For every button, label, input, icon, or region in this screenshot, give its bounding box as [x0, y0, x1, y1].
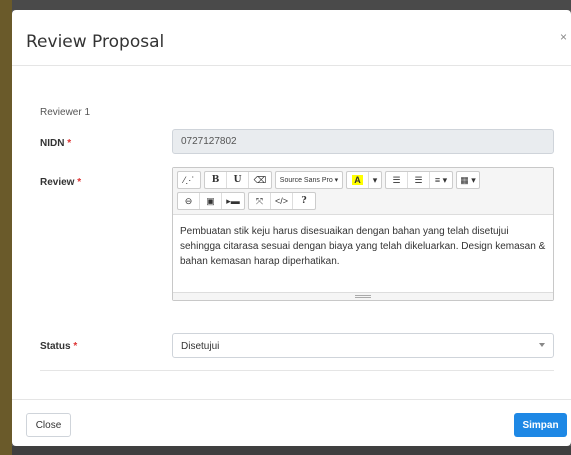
magic-wand-icon[interactable]: ⁄⋰ [178, 172, 200, 188]
modal-title: Review Proposal [26, 32, 165, 52]
table-group: ▦ ▾ [456, 171, 480, 189]
bold-button[interactable]: B [205, 172, 227, 188]
paragraph-group: ☰ ☰ ≡ ▾ [385, 171, 453, 189]
status-label-text: Status [40, 341, 71, 352]
required-mark: * [67, 138, 72, 149]
review-label: Review * [40, 177, 81, 188]
reviewer-label: Reviewer 1 [40, 107, 91, 118]
color-group: A ▾ [346, 171, 382, 189]
align-dropdown-icon[interactable]: ≡ ▾ [430, 172, 452, 188]
unordered-list-icon[interactable]: ☰ [386, 172, 408, 188]
link-icon[interactable]: ⊖ [178, 193, 200, 209]
view-group: ⤧ </> ? [248, 192, 316, 210]
chevron-down-icon [539, 343, 545, 347]
highlight-dropdown-icon[interactable]: ▾ [369, 172, 381, 188]
required-mark: * [73, 341, 78, 352]
save-button[interactable]: Simpan [514, 413, 567, 437]
style-group: ⁄⋰ [177, 171, 201, 189]
underline-button[interactable]: U [227, 172, 249, 188]
backdrop-left [0, 0, 12, 455]
toolbar-row-2: ⊖ ▣ ▸▬ ⤧ </> ? [177, 192, 549, 210]
modal-header: Review Proposal × [12, 10, 571, 66]
status-selected-value: Disetujui [181, 341, 220, 352]
review-textarea[interactable]: Pembuatan stik keju harus disesuaikan de… [173, 215, 553, 292]
review-label-text: Review [40, 177, 75, 188]
help-icon[interactable]: ? [293, 193, 315, 209]
modal-body: Reviewer 1 NIDN * 0727127802 Review * ⁄⋰… [12, 67, 571, 399]
font-family-dropdown[interactable]: Source Sans Pro ▾ [276, 172, 342, 188]
close-button[interactable]: Close [26, 413, 71, 437]
video-icon[interactable]: ▸▬ [222, 193, 244, 209]
close-icon[interactable]: × [560, 30, 567, 44]
nidn-label-text: NIDN [40, 138, 65, 149]
ordered-list-icon[interactable]: ☰ [408, 172, 430, 188]
backdrop-bottom [12, 446, 571, 455]
required-mark: * [77, 177, 82, 188]
divider [40, 370, 554, 371]
status-label: Status * [40, 341, 77, 352]
backdrop-top [0, 0, 571, 10]
font-style-group: B U ⌫ [204, 171, 272, 189]
review-editor: ⁄⋰ B U ⌫ Source Sans Pro ▾ A ▾ ☰ ☰ ≡ ▾ ▦… [172, 167, 554, 301]
font-group: Source Sans Pro ▾ [275, 171, 343, 189]
modal-footer: Close Simpan [12, 399, 571, 446]
review-proposal-modal: Review Proposal × Reviewer 1 NIDN * 0727… [12, 10, 571, 446]
nidn-label: NIDN * [40, 138, 71, 149]
picture-icon[interactable]: ▣ [200, 193, 222, 209]
highlight-letter: A [352, 175, 363, 185]
fullscreen-icon[interactable]: ⤧ [249, 193, 271, 209]
table-icon[interactable]: ▦ ▾ [457, 172, 479, 188]
eraser-icon[interactable]: ⌫ [249, 172, 271, 188]
toolbar-row-1: ⁄⋰ B U ⌫ Source Sans Pro ▾ A ▾ ☰ ☰ ≡ ▾ ▦… [177, 171, 549, 189]
editor-resize-handle[interactable] [173, 292, 553, 300]
status-select[interactable]: Disetujui [172, 333, 554, 358]
code-view-icon[interactable]: </> [271, 193, 293, 209]
editor-toolbar: ⁄⋰ B U ⌫ Source Sans Pro ▾ A ▾ ☰ ☰ ≡ ▾ ▦… [173, 168, 553, 215]
highlight-button[interactable]: A [347, 172, 369, 188]
insert-group: ⊖ ▣ ▸▬ [177, 192, 245, 210]
grip-icon [355, 295, 371, 298]
nidn-field[interactable]: 0727127802 [172, 129, 554, 154]
